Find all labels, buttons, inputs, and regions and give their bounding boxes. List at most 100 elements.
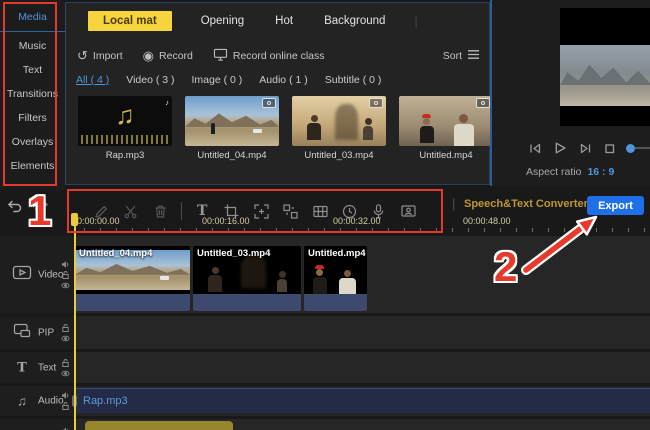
audio-track-row: Rap.mp3 ♫ Audio (0, 386, 650, 416)
clip-audio-strip (304, 294, 367, 311)
speech-text-converter-link[interactable]: Speech&Text Converter (464, 198, 588, 210)
clip-name: Untitled.mp4 (308, 248, 366, 259)
library-filter-tabs: All ( 4 ) Video ( 3 ) Image ( 0 ) Audio … (76, 74, 381, 86)
stop-button[interactable] (601, 140, 617, 156)
person-figure (363, 118, 374, 140)
sidebar-item-text[interactable]: Text (0, 58, 65, 82)
sort-button[interactable]: Sort (443, 49, 480, 62)
aspect-ratio-label: Aspect ratio (526, 166, 582, 178)
visibility-eye-icon[interactable] (61, 334, 70, 342)
timeline-audio-clip[interactable]: Rap.mp3 (75, 388, 650, 413)
sidebar-item-media[interactable]: Media (0, 5, 65, 32)
sidebar-item-filters[interactable]: Filters (0, 106, 65, 130)
clip-name: Untitled_03.mp4 (197, 248, 271, 259)
mute-speaker-icon[interactable] (61, 260, 70, 268)
split-screen-icon[interactable] (282, 202, 300, 220)
lock-icon[interactable] (61, 402, 70, 411)
lock-icon[interactable] (61, 358, 70, 367)
tab-background[interactable]: Background (322, 11, 387, 31)
redo-icon[interactable] (33, 199, 50, 219)
text-track-label: Text (38, 362, 57, 373)
export-button[interactable]: Export (587, 196, 644, 215)
edit-toolbar: T (67, 189, 443, 233)
library-item-video[interactable]: Untitled.mp4 (399, 96, 493, 161)
clip-audio-strip (193, 294, 301, 311)
record-button[interactable]: ◉ Record (143, 49, 193, 62)
sort-label: Sort (442, 49, 462, 62)
filter-image[interactable]: Image ( 0 ) (192, 74, 243, 86)
delete-trash-icon[interactable] (151, 202, 169, 220)
playhead[interactable] (74, 214, 76, 430)
history-controls (6, 199, 50, 219)
pip-track-lane[interactable] (75, 316, 650, 349)
library-item-video[interactable]: Untitled_03.mp4 (292, 96, 386, 161)
video-thumbnail (399, 96, 493, 146)
filter-video[interactable]: Video ( 3 ) (126, 74, 174, 86)
library-item-audio[interactable]: ♪ ♫ Rap.mp3 (78, 96, 172, 161)
zoom-region-icon[interactable] (252, 202, 270, 220)
clip-audio-strip (75, 294, 190, 311)
video-track-header: Video (0, 236, 75, 313)
mosaic-icon[interactable] (311, 202, 329, 220)
ruler-time-label: 00:00:00.00 (72, 216, 120, 226)
sidebar-item-music[interactable]: Music (0, 34, 65, 58)
ruler-time-label: 00:00:48.00 (463, 216, 511, 226)
camera-badge-icon (262, 98, 276, 108)
tab-hot[interactable]: Hot (273, 11, 295, 31)
previous-frame-button[interactable] (526, 140, 542, 156)
shadow-shape (335, 104, 358, 140)
audio-track-header: ♫ Audio (0, 386, 75, 416)
voiceover-track-icon (11, 425, 33, 430)
visibility-eye-icon[interactable] (61, 281, 70, 289)
person-red-cap-figure (419, 114, 434, 143)
video-track-icon (11, 264, 33, 286)
video-track-toggles (61, 260, 70, 289)
cut-scissors-icon[interactable] (122, 202, 140, 220)
timeline-clip-untitled-04[interactable]: Untitled_04.mp4 (75, 246, 190, 311)
timeline-ruler[interactable] (68, 228, 650, 232)
library-item-video[interactable]: Untitled_04.mp4 (185, 96, 279, 161)
sidebar-item-overlays[interactable]: Overlays (0, 130, 65, 154)
text-track-lane[interactable] (75, 352, 650, 383)
person-white-shirt-figure (453, 114, 474, 146)
tab-local-material[interactable]: Local mat (88, 11, 172, 31)
audio-track-label: Audio (38, 395, 64, 407)
filter-audio[interactable]: Audio ( 1 ) (259, 74, 307, 86)
playhead-handle[interactable] (71, 213, 78, 226)
volume-slider[interactable] (626, 143, 650, 153)
sidebar-item-elements[interactable]: Elements (0, 154, 65, 178)
visibility-eye-icon[interactable] (61, 369, 70, 377)
file-name: Untitled.mp4 (419, 150, 473, 161)
aspect-ratio-value[interactable]: 16 : 9 (587, 166, 614, 178)
car-shape (253, 129, 263, 133)
figure-silhouette (211, 123, 216, 134)
undo-icon[interactable] (6, 199, 23, 219)
play-button[interactable] (551, 140, 567, 156)
filter-subtitle[interactable]: Subtitle ( 0 ) (325, 74, 382, 86)
record-online-class-button[interactable]: Record online class (213, 48, 325, 63)
voiceover-track-row (0, 419, 650, 430)
pip-track-label: PIP (38, 327, 55, 338)
filter-all[interactable]: All ( 4 ) (76, 74, 109, 86)
tab-separator: | (414, 14, 418, 28)
ruler-time-label: 00:00:16.00 (202, 216, 250, 226)
tab-opening[interactable]: Opening (199, 11, 246, 31)
timeline-clip-untitled-03[interactable]: Untitled_03.mp4 (193, 246, 301, 311)
import-button[interactable]: ↺ Import (77, 49, 123, 62)
volume-slider-handle[interactable] (626, 143, 635, 153)
sidebar-item-transitions[interactable]: Transitions (0, 82, 65, 106)
ruler-time-label: 00:00:32.00 (333, 216, 381, 226)
next-frame-button[interactable] (576, 140, 592, 156)
screen-record-icon[interactable] (399, 202, 417, 220)
sort-list-icon (467, 49, 480, 62)
timeline-clip-untitled[interactable]: Untitled.mp4 (304, 246, 367, 311)
preview-viewport (560, 8, 650, 126)
lock-icon[interactable] (61, 270, 70, 279)
text-track-row: T Text (0, 352, 650, 383)
audio-track-icon: ♫ (17, 393, 27, 409)
lock-icon[interactable] (61, 323, 70, 332)
waveform (81, 135, 169, 144)
timeline-voiceover-clip[interactable] (85, 421, 233, 430)
person-figure (307, 115, 322, 140)
mute-speaker-icon[interactable] (61, 392, 70, 400)
